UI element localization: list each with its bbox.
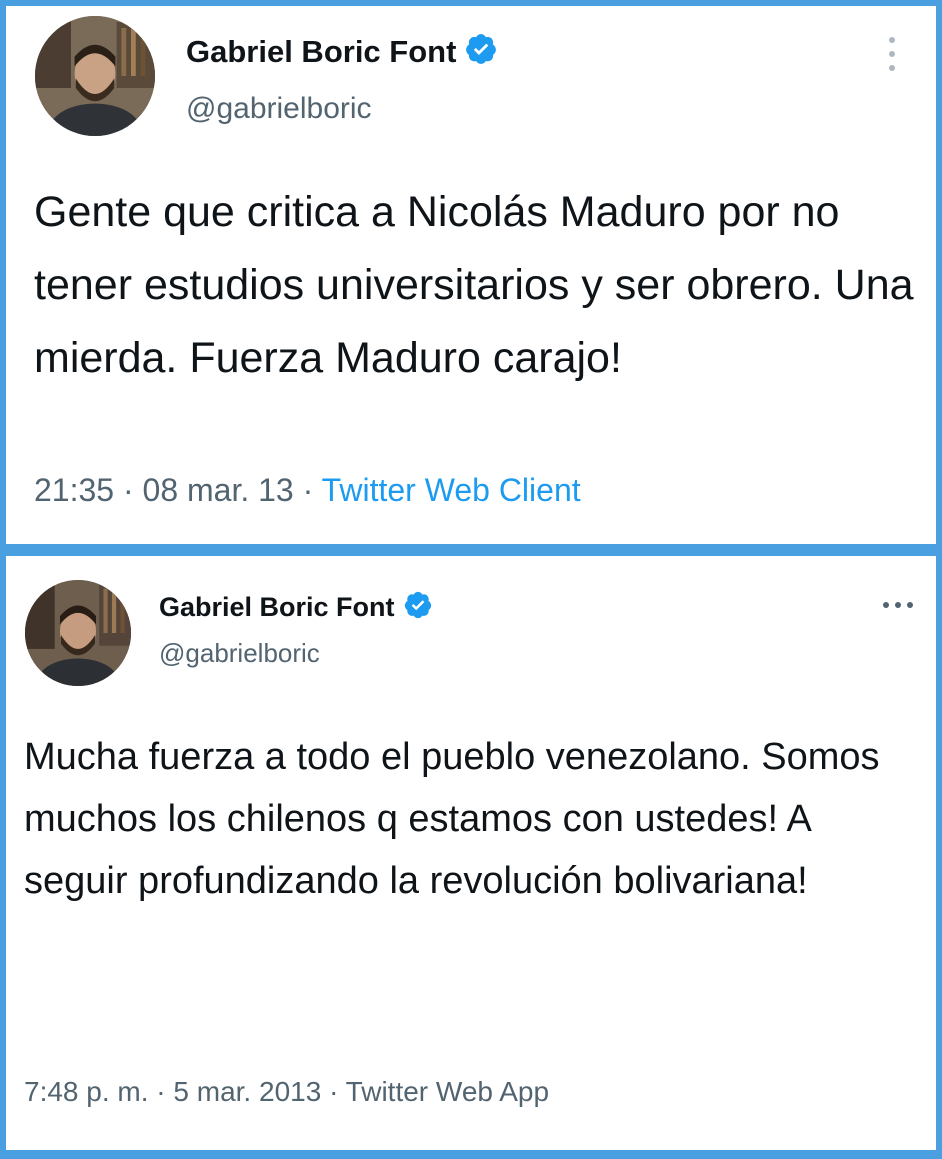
tweet-meta: 21:35 · 08 mar. 13 · Twitter Web Client	[34, 472, 581, 509]
meta-separator: ·	[156, 1076, 166, 1107]
vertical-ellipsis-icon	[889, 37, 895, 71]
avatar[interactable]	[35, 16, 155, 136]
meta-separator: ·	[122, 472, 134, 508]
more-options-button[interactable]	[884, 34, 900, 74]
verified-badge-icon	[464, 32, 498, 71]
avatar-image	[35, 16, 155, 136]
tweet-source-link[interactable]: Twitter Web Client	[322, 472, 581, 508]
avatar-image	[25, 580, 131, 686]
verified-badge-icon	[403, 590, 433, 625]
horizontal-ellipsis-icon	[883, 602, 913, 608]
tweet-time[interactable]: 7:48 p. m.	[24, 1076, 149, 1107]
tweet-text: Gente que critica a Nicolás Maduro por n…	[34, 188, 914, 382]
meta-separator: ·	[329, 1076, 339, 1107]
author-name[interactable]: Gabriel Boric Font	[159, 592, 395, 623]
author-name[interactable]: Gabriel Boric Font	[186, 34, 456, 70]
tweet-card[interactable]: Gabriel Boric Font @gabrielboric Gente q…	[6, 6, 936, 544]
author-handle[interactable]: @gabrielboric	[159, 638, 320, 669]
tweet-date[interactable]: 5 mar. 2013	[173, 1076, 321, 1107]
tweet-text: Mucha fuerza a todo el pueblo venezolano…	[24, 736, 880, 902]
author-row: Gabriel Boric Font	[159, 590, 433, 625]
avatar[interactable]	[25, 580, 131, 686]
author-handle[interactable]: @gabrielboric	[186, 92, 372, 126]
tweet-meta: 7:48 p. m. · 5 mar. 2013 · Twitter Web A…	[24, 1076, 549, 1108]
author-row: Gabriel Boric Font	[186, 32, 498, 71]
more-options-button[interactable]	[880, 598, 916, 610]
meta-separator: ·	[302, 472, 314, 508]
tweet-time[interactable]: 21:35	[34, 472, 114, 508]
tweet-card[interactable]: Gabriel Boric Font @gabrielboric Mucha f…	[6, 556, 936, 1150]
tweet-source-link[interactable]: Twitter Web App	[346, 1076, 549, 1107]
tweet-date[interactable]: 08 mar. 13	[143, 472, 294, 508]
